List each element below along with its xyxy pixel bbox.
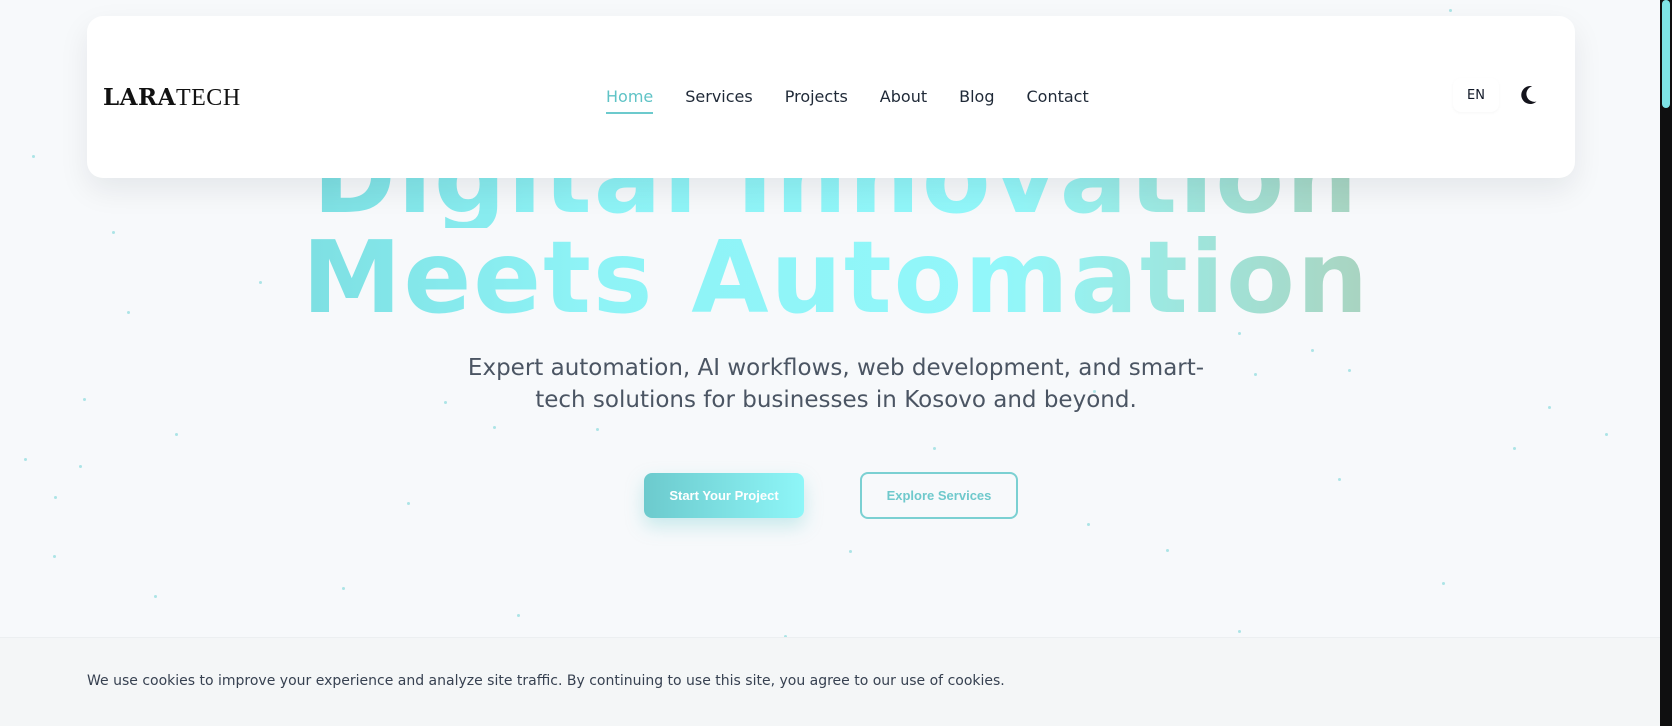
- logo-bold-text: LARA: [103, 84, 176, 111]
- page: Digital Innovation Meets Automation Expe…: [0, 0, 1672, 726]
- moon-icon: [1521, 85, 1537, 104]
- page-scrollbar[interactable]: [1660, 0, 1672, 726]
- main-nav: Home Services Projects About Blog Contac…: [606, 87, 1089, 114]
- logo[interactable]: LARATECH: [103, 84, 241, 112]
- hero-subtitle-line-1: Expert automation, AI workflows, web dev…: [467, 355, 1205, 381]
- site-header: LARATECH Home Services Projects About Bl…: [87, 16, 1575, 178]
- hero-subtitle: Expert automation, AI workflows, web dev…: [0, 352, 1672, 416]
- nav-item-about[interactable]: About: [880, 87, 927, 112]
- language-switcher[interactable]: EN: [1453, 78, 1499, 112]
- nav-item-projects[interactable]: Projects: [785, 87, 848, 112]
- hero-title-line-2: Meets Automation: [0, 228, 1672, 328]
- scrollbar-thumb[interactable]: [1662, 0, 1670, 108]
- nav-item-contact[interactable]: Contact: [1026, 87, 1088, 112]
- nav-item-home[interactable]: Home: [606, 87, 654, 114]
- nav-item-blog[interactable]: Blog: [959, 87, 994, 112]
- explore-services-button[interactable]: Explore Services: [860, 472, 1018, 519]
- cookie-banner-text: We use cookies to improve your experienc…: [87, 673, 1005, 689]
- theme-toggle-button[interactable]: [1517, 80, 1547, 110]
- hero-subtitle-line-2: tech solutions for businesses in Kosovo …: [535, 387, 1137, 413]
- nav-item-services[interactable]: Services: [685, 87, 752, 112]
- cookie-banner: We use cookies to improve your experienc…: [0, 637, 1660, 726]
- logo-light-text: TECH: [175, 85, 241, 111]
- start-project-button[interactable]: Start Your Project: [644, 473, 804, 518]
